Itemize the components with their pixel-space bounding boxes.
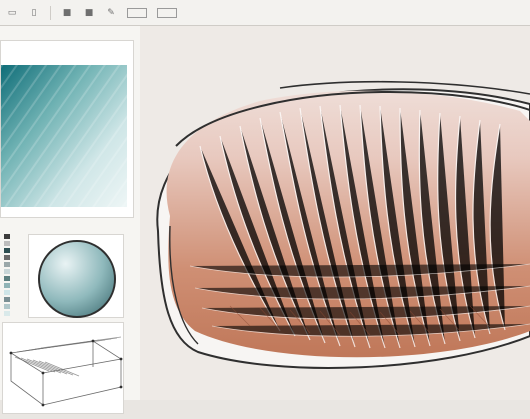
toolbar-separator bbox=[50, 5, 51, 20]
toolbar-pipe-icon[interactable]: ▯ bbox=[28, 8, 40, 18]
toolbar-box-icon[interactable]: ▭ bbox=[6, 8, 18, 18]
swatch[interactable] bbox=[4, 234, 10, 239]
swatch[interactable] bbox=[4, 290, 10, 295]
canvas-area[interactable] bbox=[140, 26, 530, 400]
swatch[interactable] bbox=[4, 311, 10, 316]
circle-preview bbox=[38, 240, 116, 318]
swatch[interactable] bbox=[4, 241, 10, 246]
toolbar-brush-icon[interactable]: ✎ bbox=[105, 8, 117, 18]
gradient-preview bbox=[1, 65, 127, 207]
swatch[interactable] bbox=[4, 283, 10, 288]
swatch[interactable] bbox=[4, 269, 10, 274]
toolbar-box-icon-3[interactable] bbox=[157, 7, 177, 18]
swatch[interactable] bbox=[4, 255, 10, 260]
image-thumbnail-gradient[interactable] bbox=[0, 40, 134, 218]
toolbar: ▭ ▯ ■ ■ ✎ bbox=[0, 0, 530, 26]
swatch[interactable] bbox=[4, 304, 10, 309]
swatch[interactable] bbox=[4, 276, 10, 281]
wireframe-preview bbox=[9, 336, 123, 407]
main-illustration bbox=[156, 80, 530, 369]
swatch[interactable] bbox=[4, 262, 10, 267]
left-panel bbox=[0, 26, 141, 414]
swatch[interactable] bbox=[4, 297, 10, 302]
image-thumbnail-wireframe[interactable] bbox=[2, 322, 124, 414]
toolbar-box-icon-2[interactable] bbox=[127, 7, 147, 18]
app-window: ▭ ▯ ■ ■ ✎ bbox=[0, 0, 530, 414]
toolbar-square-icon[interactable]: ■ bbox=[61, 8, 73, 18]
swatch[interactable] bbox=[4, 248, 10, 253]
image-thumbnail-circle[interactable] bbox=[28, 234, 124, 318]
toolbar-square-icon-2[interactable]: ■ bbox=[83, 8, 95, 18]
